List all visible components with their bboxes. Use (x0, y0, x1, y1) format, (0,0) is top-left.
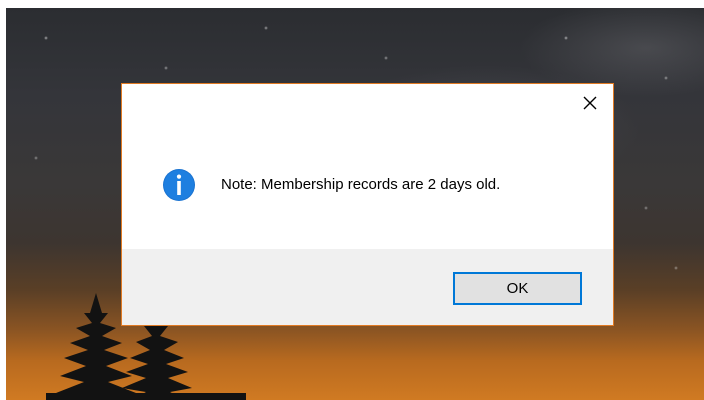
message-text: Note: Membership records are 2 days old. (221, 176, 501, 193)
desktop-wallpaper: Note: Membership records are 2 days old.… (6, 8, 704, 400)
message-area: Note: Membership records are 2 days old. (122, 84, 613, 250)
ok-button[interactable]: OK (453, 272, 582, 305)
button-bar: OK (122, 249, 613, 325)
info-icon (163, 169, 195, 201)
message-dialog: Note: Membership records are 2 days old.… (121, 83, 614, 326)
